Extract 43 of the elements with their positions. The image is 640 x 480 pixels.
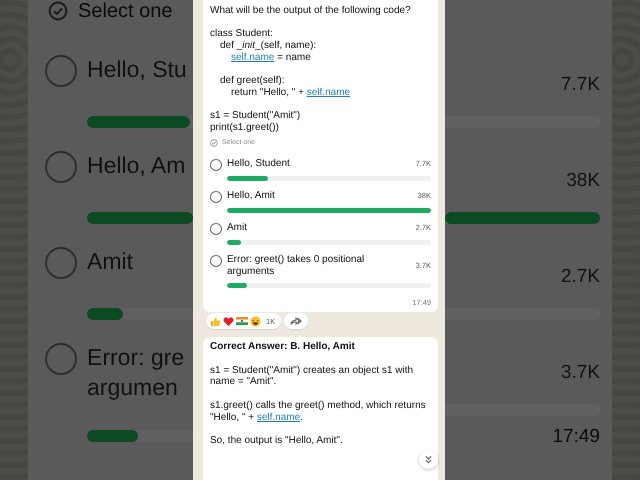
option-label: Amit (87, 247, 133, 276)
vote-count: 2.7K (560, 266, 600, 288)
option-label: Hello, Amit (227, 190, 276, 202)
forward-button[interactable] (284, 313, 308, 330)
timestamp: 17:49 (552, 426, 600, 448)
code-line: def _init_(self, name): (219, 40, 318, 52)
vote-count: 7.7K (560, 74, 600, 96)
answer-title: Correct Answer: B. Hello, Amit (210, 341, 356, 354)
radio-button[interactable] (210, 254, 222, 267)
code-line: self.name = name (230, 52, 312, 64)
answer-text: So, the output is "Hello, Amit". (210, 434, 344, 447)
answer-text: s1.greet() calls the greet() method, which returns "Hello, " + self.name. (210, 400, 427, 424)
option-label: Hello, Stu (87, 55, 187, 84)
flag-icon (236, 316, 248, 326)
chevrons-down-icon (424, 455, 433, 464)
option-label: Error: gre (87, 343, 184, 372)
link[interactable]: self.name (231, 52, 274, 63)
check-circle-icon (48, 1, 68, 21)
check-circle-icon (210, 138, 218, 147)
code-line: print(s1.greet()) (210, 122, 280, 134)
option-label: Hello, Am (87, 151, 186, 180)
code-line: s1 = Student("Amit") (210, 110, 302, 122)
question-text: What will be the output of the following code? (210, 5, 412, 17)
code-line: return "Hello, " + self.name (230, 86, 352, 99)
option-label: argumen (87, 373, 179, 402)
hint-text: Select one (78, 0, 173, 22)
option-label: Error: greet() takes 0 positional arguments (227, 254, 366, 278)
radio-button[interactable] (210, 222, 222, 235)
laughing-face-icon (250, 316, 261, 327)
link[interactable]: self.name (306, 86, 350, 98)
code-line: class Student: (210, 28, 274, 40)
thumbs-up-icon (210, 316, 221, 327)
vote-count: 38K (566, 170, 600, 192)
forward-icon (290, 316, 302, 326)
link[interactable]: self.name (256, 412, 300, 423)
radio-button[interactable] (210, 158, 222, 171)
vote-count: 3.7K (560, 362, 600, 384)
option-label: Hello, Student (227, 158, 291, 170)
radio-button[interactable] (210, 190, 222, 203)
option-label: Amit (227, 222, 248, 234)
code-line: def greet(self): (219, 74, 286, 87)
answer-text: s1 = Student("Amit") creates an object s1 with name = "Amit". (210, 364, 414, 388)
heart-icon (223, 316, 234, 327)
